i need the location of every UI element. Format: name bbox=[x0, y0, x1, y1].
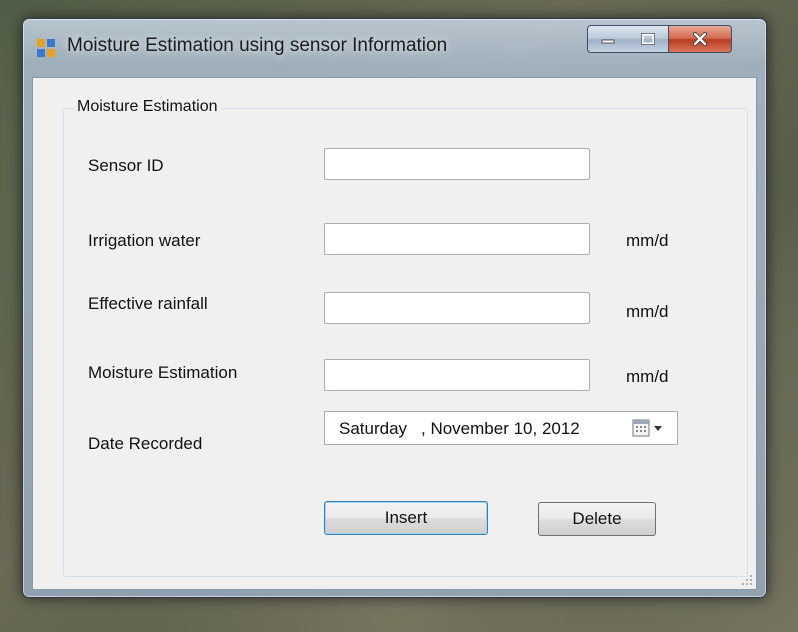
close-icon bbox=[693, 32, 707, 46]
close-button[interactable] bbox=[669, 25, 732, 53]
sensor-id-label: Sensor ID bbox=[88, 156, 164, 175]
maximize-button[interactable] bbox=[628, 25, 669, 53]
irrigation-water-label: Irrigation water bbox=[88, 231, 201, 250]
date-recorded-picker[interactable]: Saturday , November 10, 2012 bbox=[324, 411, 678, 445]
title-bar[interactable]: Moisture Estimation using sensor Informa… bbox=[23, 19, 766, 75]
date-day-segment[interactable]: Saturday bbox=[339, 419, 407, 439]
date-recorded-label: Date Recorded bbox=[88, 434, 203, 453]
minimize-button[interactable] bbox=[587, 25, 629, 53]
app-window: Moisture Estimation using sensor Informa… bbox=[22, 18, 767, 598]
moisture-estimation-label: Moisture Estimation bbox=[88, 363, 238, 382]
calendar-dropdown-icon[interactable] bbox=[631, 418, 671, 438]
window-title: Moisture Estimation using sensor Informa… bbox=[67, 35, 448, 56]
effective-rainfall-field[interactable] bbox=[324, 292, 590, 324]
date-value-text[interactable]: , November 10, 2012 bbox=[421, 419, 580, 439]
moisture-estimation-field[interactable] bbox=[324, 359, 590, 391]
delete-button[interactable]: Delete bbox=[538, 502, 656, 536]
insert-button[interactable]: Insert bbox=[324, 501, 488, 535]
effective-rainfall-unit: mm/d bbox=[626, 302, 669, 321]
groupbox-title: Moisture Estimation bbox=[74, 98, 221, 116]
resize-grip-icon[interactable] bbox=[741, 574, 753, 586]
moisture-estimation-unit: mm/d bbox=[626, 367, 669, 386]
irrigation-water-field[interactable] bbox=[324, 223, 590, 255]
irrigation-water-unit: mm/d bbox=[626, 231, 669, 250]
sensor-id-field[interactable] bbox=[324, 148, 590, 180]
maximize-icon bbox=[641, 33, 655, 45]
app-icon bbox=[37, 39, 55, 57]
effective-rainfall-label: Effective rainfall bbox=[88, 294, 208, 313]
minimize-icon bbox=[601, 39, 615, 44]
form-client-area: Moisture Estimation Sensor ID Irrigation… bbox=[32, 77, 757, 590]
